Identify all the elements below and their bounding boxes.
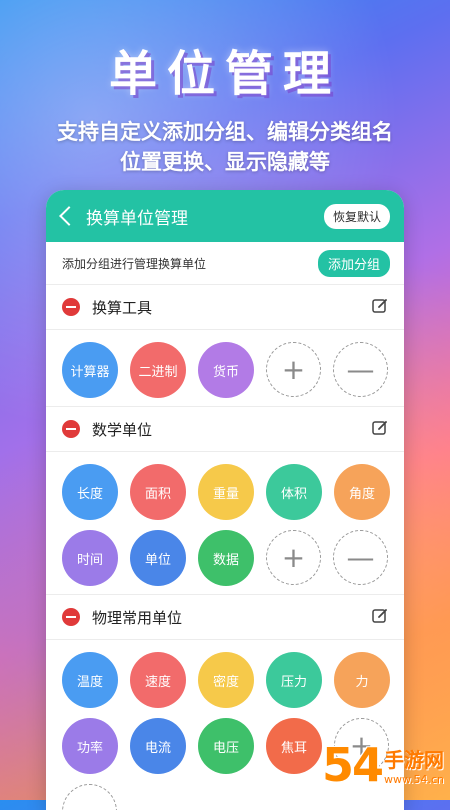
- edit-icon[interactable]: [372, 298, 388, 314]
- back-arrow-icon[interactable]: [59, 206, 79, 226]
- remove-unit-button[interactable]: —: [333, 342, 388, 397]
- phone-screen: 换算单位管理 恢复默认 添加分组进行管理换算单位 添加分组 换算工具计算器 二进制…: [46, 190, 404, 810]
- edit-icon[interactable]: [372, 420, 388, 436]
- unit-bubble[interactable]: 重量: [198, 464, 254, 520]
- unit-grid: 长度 面积 重量 体积 角度时间 单位 数据 + —: [46, 452, 404, 595]
- add-group-hint: 添加分组进行管理换算单位: [62, 256, 207, 271]
- group-name: 数学单位: [92, 420, 153, 439]
- unit-bubble[interactable]: 密度: [198, 652, 254, 708]
- remove-group-icon[interactable]: [62, 608, 80, 626]
- unit-bubble[interactable]: 速度: [130, 652, 186, 708]
- unit-bubble[interactable]: 长度: [62, 464, 118, 520]
- add-group-button[interactable]: 添加分组: [317, 249, 390, 277]
- promo-headline: 单位管理: [108, 46, 341, 102]
- unit-bubble[interactable]: 二进制: [130, 342, 186, 398]
- watermark-logo: 54: [321, 738, 384, 792]
- promo-line-1: 支持自定义添加分组、编辑分类组名: [57, 120, 393, 144]
- unit-bubble[interactable]: 货币: [198, 342, 254, 398]
- unit-bubble[interactable]: 力: [334, 652, 390, 708]
- watermark-brand: 手游网: [384, 748, 444, 772]
- unit-grid: 计算器 二进制 货币 + —: [46, 330, 404, 407]
- edit-icon[interactable]: [372, 608, 388, 624]
- watermark-url: www.54.cn: [384, 773, 444, 786]
- promo-line-2: 位置更换、显示隐藏等: [120, 150, 330, 174]
- group-name: 换算工具: [92, 298, 153, 317]
- unit-bubble[interactable]: 温度: [62, 652, 118, 708]
- unit-bubble[interactable]: 体积: [266, 464, 322, 520]
- group-list: 换算工具 计算器 二进制 货币 + — 数学单位 长度 面积 重量 体积 角度 时间 单位 数据 + — 物理常用…: [46, 285, 404, 810]
- unit-bubble[interactable]: 功率: [62, 718, 118, 774]
- remove-unit-button[interactable]: —: [62, 784, 117, 810]
- remove-unit-button[interactable]: —: [333, 530, 388, 585]
- unit-bubble[interactable]: 角度: [334, 464, 390, 520]
- add-unit-button[interactable]: +: [266, 342, 321, 397]
- group-header: 数学单位: [46, 407, 404, 452]
- unit-bubble[interactable]: 电流: [130, 718, 186, 774]
- unit-bubble[interactable]: 面积: [130, 464, 186, 520]
- unit-bubble[interactable]: 计算器: [62, 342, 118, 398]
- group-header: 换算工具: [46, 285, 404, 330]
- reset-default-button[interactable]: 恢复默认: [323, 204, 390, 229]
- unit-bubble[interactable]: 焦耳: [266, 718, 322, 774]
- remove-group-icon[interactable]: [62, 298, 80, 316]
- group-name: 物理常用单位: [92, 608, 183, 627]
- unit-bubble[interactable]: 电压: [198, 718, 254, 774]
- add-unit-button[interactable]: +: [266, 530, 321, 585]
- unit-bubble[interactable]: 压力: [266, 652, 322, 708]
- add-group-row: 添加分组进行管理换算单位 添加分组: [46, 242, 404, 285]
- unit-bubble[interactable]: 单位: [130, 530, 186, 586]
- page-title: 换算单位管理: [86, 208, 188, 229]
- group-header: 物理常用单位: [46, 595, 404, 640]
- site-watermark: 54 手游网 www.54.cn: [322, 738, 444, 792]
- unit-bubble[interactable]: 时间: [62, 530, 118, 586]
- remove-group-icon[interactable]: [62, 420, 80, 438]
- unit-bubble[interactable]: 数据: [198, 530, 254, 586]
- app-header: 换算单位管理 恢复默认: [46, 190, 404, 242]
